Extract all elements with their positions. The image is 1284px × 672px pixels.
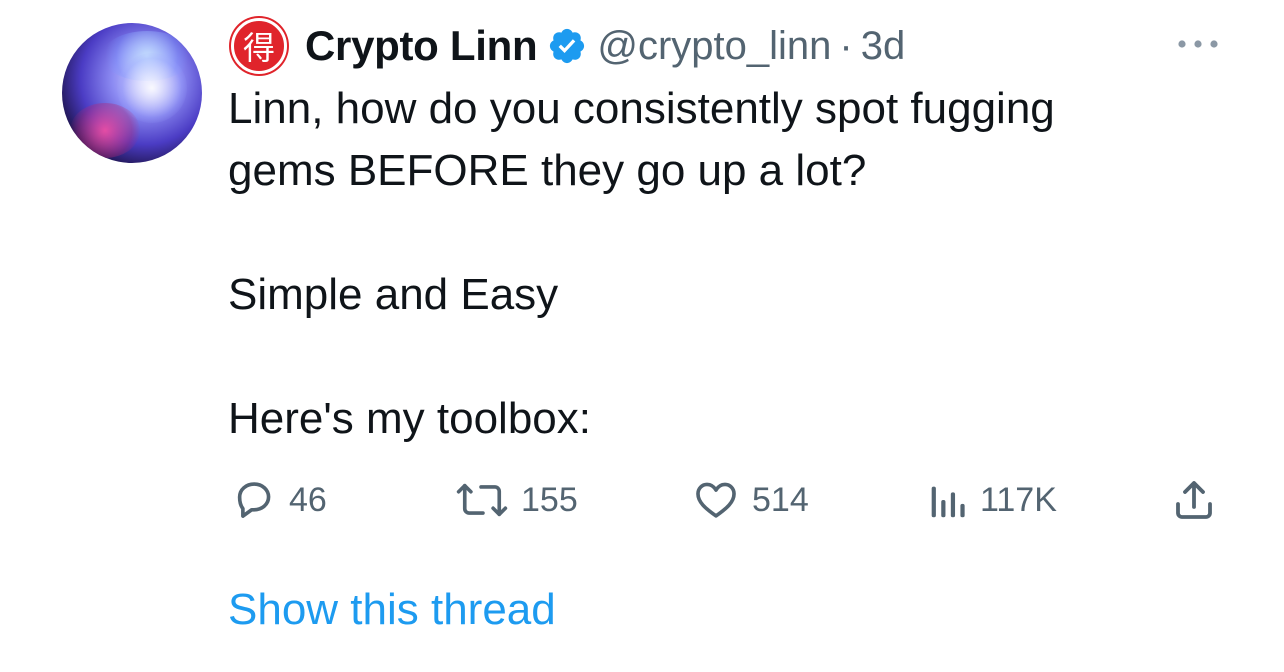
like-button[interactable]: 514 (692, 474, 809, 526)
tweet-line: Linn, how do you consistently spot fuggi… (228, 84, 1055, 133)
retweet-count: 155 (521, 480, 578, 519)
heart-icon (696, 482, 736, 518)
separator-dot: · (839, 23, 853, 68)
show-thread-link[interactable]: Show this thread (228, 585, 556, 635)
display-name[interactable]: Crypto Linn (305, 22, 538, 70)
reply-icon (237, 482, 271, 518)
tweet-header: 得 Crypto Linn @crypto_linn · 3d (231, 18, 906, 74)
tweet-line: Simple and Easy (228, 270, 559, 319)
retweet-icon (456, 483, 508, 517)
reply-button[interactable]: 46 (231, 474, 327, 526)
user-handle[interactable]: @crypto_linn (597, 24, 831, 69)
like-count: 514 (752, 480, 809, 519)
name-emoji-badge: 得 (231, 18, 287, 74)
tweet-line-break (228, 202, 1228, 264)
tweet-actions-bar: 46 155 514 117K (0, 474, 1284, 526)
timestamp[interactable]: 3d (861, 24, 906, 69)
verified-badge-icon (550, 28, 585, 64)
view-count: 117K (980, 480, 1057, 519)
share-icon (1176, 481, 1212, 519)
tweet-line: Here's my toolbox: (228, 394, 591, 443)
avatar-pink-light (70, 103, 140, 158)
tweet-line-break (228, 326, 1228, 388)
more-options-icon[interactable] (1176, 36, 1220, 52)
tweet-line: gems BEFORE they go up a lot? (228, 146, 867, 195)
retweet-button[interactable]: 155 (455, 474, 578, 526)
reply-count: 46 (289, 480, 327, 519)
avatar[interactable] (62, 23, 202, 163)
views-chart-icon (931, 486, 965, 518)
views-button[interactable]: 117K (926, 474, 1057, 526)
share-button[interactable] (1170, 474, 1218, 526)
tweet-text: Linn, how do you consistently spot fuggi… (228, 78, 1228, 450)
